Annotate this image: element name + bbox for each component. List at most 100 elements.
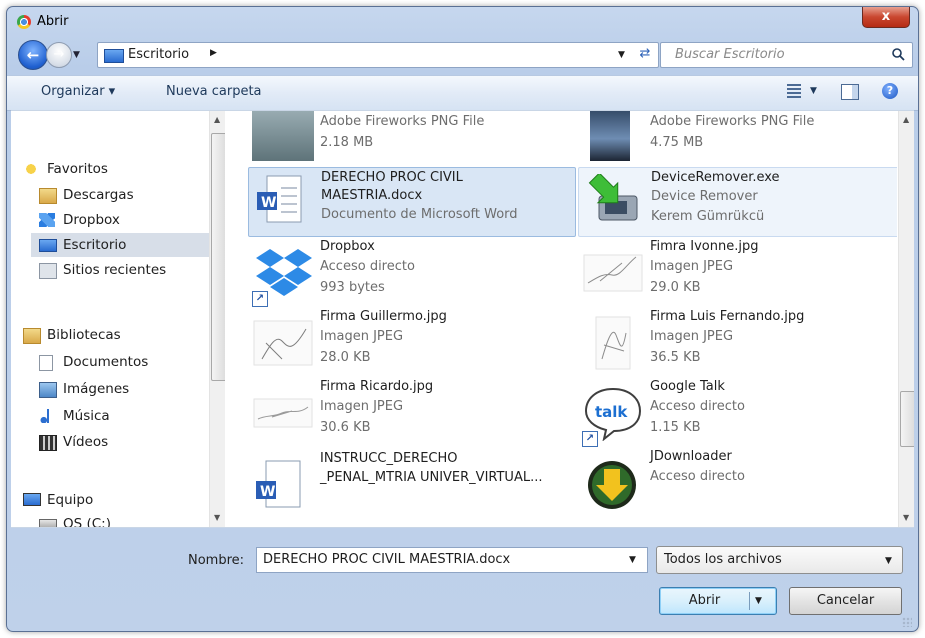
svg-text:W: W	[260, 484, 275, 500]
file-list: Adobe Fireworks PNG File 2.18 MB Adobe F…	[233, 111, 897, 527]
sidebar-item-imagenes[interactable]: Imágenes	[39, 377, 199, 401]
scroll-down-icon[interactable]: ▼	[214, 513, 220, 522]
word-document-icon: W	[257, 175, 302, 223]
chrome-icon	[17, 15, 31, 29]
new-folder-button[interactable]: Nueva carpeta	[166, 84, 262, 99]
address-dropdown-icon[interactable]: ▼	[618, 50, 625, 60]
file-name-input[interactable]: DERECHO PROC CIVIL MAESTRIA.docx ▼	[256, 547, 648, 573]
list-item[interactable]: DeviceRemover.exe Device Remover Kerem G…	[578, 167, 897, 237]
documents-icon	[39, 355, 53, 371]
file-list-scrollbar[interactable]: ▲ ▼	[898, 111, 914, 527]
file-name-label: Nombre:	[188, 553, 245, 568]
svg-text:W: W	[261, 195, 276, 211]
file-name-value[interactable]: DERECHO PROC CIVIL MAESTRIA.docx	[263, 552, 510, 567]
svg-text:talk: talk	[595, 403, 628, 421]
libraries-icon	[23, 328, 41, 344]
address-breadcrumb-escritorio[interactable]: Escritorio	[128, 47, 189, 62]
downloads-folder-icon	[39, 188, 57, 204]
file-type-select[interactable]: Todos los archivos ▼	[656, 546, 903, 574]
videos-icon	[39, 435, 57, 451]
organize-menu[interactable]: Organizar ▾	[41, 84, 115, 99]
search-placeholder: Buscar Escritorio	[675, 47, 785, 62]
fireworks-png-thumbnail	[252, 111, 314, 161]
navigation-pane: Favoritos Descargas Dropbox Escritorio S…	[11, 111, 225, 527]
open-button[interactable]: Abrir ▼	[659, 587, 777, 615]
search-icon[interactable]	[891, 47, 905, 61]
help-icon[interactable]: ?	[882, 83, 898, 99]
scroll-up-icon[interactable]: ▲	[903, 115, 909, 124]
address-bar[interactable]: Escritorio ▶ ▼ ⇄	[97, 42, 659, 68]
signature-thumbnail	[595, 316, 631, 370]
word-document-icon: W	[256, 460, 301, 508]
close-button[interactable]: x	[862, 7, 910, 28]
dropbox-icon	[39, 213, 55, 227]
back-button[interactable]: ←	[18, 40, 48, 70]
sidebar-item-sitios-recientes[interactable]: Sitios recientes	[39, 258, 199, 282]
list-item[interactable]: Firma Luis Fernando.jpg Imagen JPEG 36.5…	[578, 309, 897, 377]
list-item[interactable]: talk ↗ Google Talk Acceso directo 1.15 K…	[578, 379, 897, 447]
sidebar-libraries[interactable]: Bibliotecas	[23, 323, 183, 347]
list-item[interactable]: Firma Ricardo.jpg Imagen JPEG 30.6 KB	[248, 379, 574, 447]
sidebar-item-descargas[interactable]: Descargas	[39, 183, 199, 207]
signature-thumbnail	[253, 398, 313, 428]
resize-grip-icon[interactable]	[902, 617, 912, 627]
desktop-icon	[39, 239, 57, 252]
breadcrumb-arrow-icon[interactable]: ▶	[210, 48, 217, 58]
window-title: Abrir	[37, 14, 69, 29]
music-note-icon	[39, 409, 55, 423]
sidebar-item-os-c[interactable]: OS (C:)	[39, 512, 199, 527]
forward-arrow-icon: →	[53, 47, 65, 62]
open-options-dropdown-icon[interactable]: ▼	[755, 588, 762, 614]
signature-thumbnail	[583, 254, 643, 292]
file-type-dropdown-icon[interactable]: ▼	[885, 556, 892, 566]
star-icon	[23, 162, 39, 176]
list-item[interactable]: ↗ Dropbox Acceso directo 993 bytes	[248, 239, 574, 307]
sidebar-item-musica[interactable]: Música	[39, 404, 199, 428]
sidebar-item-videos[interactable]: Vídeos	[39, 430, 199, 454]
sidebar-computer[interactable]: Equipo	[23, 488, 183, 512]
views-dropdown-icon[interactable]: ▼	[810, 86, 817, 96]
scrollbar-thumb[interactable]	[900, 391, 914, 447]
sidebar-favorites[interactable]: Favoritos	[23, 157, 183, 181]
list-item[interactable]: W DERECHO PROC CIVIL MAESTRIA.docx Docum…	[248, 167, 576, 237]
drive-icon	[39, 519, 57, 527]
command-toolbar: Organizar ▾ Nueva carpeta ▼ ?	[7, 75, 918, 111]
list-item[interactable]: Fimra Ivonne.jpg Imagen JPEG 29.0 KB	[578, 239, 897, 307]
desktop-folder-icon	[104, 49, 124, 63]
list-item[interactable]: W INSTRUCC_DERECHO _PENAL_MTRIA UNIVER_V…	[248, 449, 574, 517]
history-dropdown-icon[interactable]: ▼	[73, 50, 80, 60]
scroll-down-icon[interactable]: ▼	[903, 513, 909, 522]
scrollbar-thumb[interactable]	[211, 133, 225, 381]
shortcut-arrow-icon: ↗	[582, 431, 598, 447]
dialog-footer: Nombre: DERECHO PROC CIVIL MAESTRIA.docx…	[7, 527, 918, 631]
title-bar[interactable]: Abrir x	[7, 7, 918, 37]
refresh-button[interactable]: ⇄	[636, 46, 654, 63]
list-item[interactable]: Firma Guillermo.jpg Imagen JPEG 28.0 KB	[248, 309, 574, 377]
open-button-label: Abrir	[688, 593, 721, 608]
search-box[interactable]: Buscar Escritorio	[660, 42, 913, 68]
computer-icon	[23, 493, 41, 506]
sidebar-item-escritorio[interactable]: Escritorio	[31, 233, 213, 257]
jdownloader-icon	[588, 461, 636, 509]
refresh-icon: ⇄	[639, 46, 651, 61]
sidebar-item-dropbox[interactable]: Dropbox	[39, 208, 199, 232]
open-file-dialog: Abrir x ← → ▼ Escritorio ▶ ▼ ⇄ Buscar Es…	[6, 6, 919, 632]
cancel-button[interactable]: Cancelar	[789, 587, 902, 615]
forward-button[interactable]: →	[46, 42, 72, 68]
navigation-bar: ← → ▼ Escritorio ▶ ▼ ⇄ Buscar Escritorio	[7, 37, 918, 77]
scroll-up-icon[interactable]: ▲	[214, 115, 220, 124]
fireworks-png-thumbnail	[590, 111, 630, 161]
signature-thumbnail	[253, 320, 313, 366]
shortcut-arrow-icon: ↗	[252, 291, 268, 307]
preview-pane-icon[interactable]	[841, 84, 859, 100]
sidebar-item-documentos[interactable]: Documentos	[39, 350, 199, 374]
pictures-icon	[39, 382, 57, 398]
back-arrow-icon: ←	[26, 46, 40, 64]
views-icon[interactable]	[787, 84, 801, 100]
list-item[interactable]: JDownloader Acceso directo	[578, 449, 897, 517]
device-remover-icon	[588, 174, 638, 221]
file-name-dropdown-icon[interactable]: ▼	[629, 555, 636, 565]
file-type-value: Todos los archivos	[664, 552, 782, 567]
recent-places-icon	[39, 263, 57, 279]
navigation-scrollbar[interactable]: ▲ ▼	[209, 111, 225, 527]
